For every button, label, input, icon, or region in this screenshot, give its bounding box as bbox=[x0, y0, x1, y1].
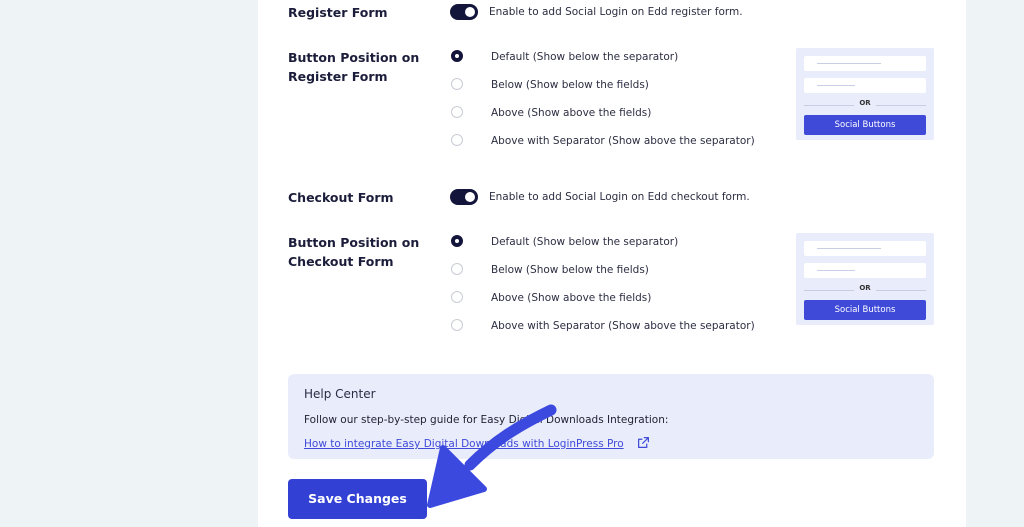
checkout-position-label-line2: Checkout Form bbox=[288, 254, 394, 269]
radio-selected-icon[interactable] bbox=[451, 235, 463, 247]
help-center-title: Help Center bbox=[304, 387, 376, 401]
option-label: Above (Show above the fields) bbox=[491, 292, 652, 304]
help-center-link-row: How to integrate Easy Digital Downloads … bbox=[304, 432, 650, 451]
option-label: Below (Show below the fields) bbox=[491, 264, 649, 276]
radio-icon[interactable] bbox=[451, 263, 463, 275]
radio-icon[interactable] bbox=[451, 134, 463, 146]
radio-icon[interactable] bbox=[451, 106, 463, 118]
option-label: Below (Show below the fields) bbox=[491, 79, 649, 91]
checkout-position-label-line1: Button Position on bbox=[288, 235, 420, 250]
checkout-form-label: Checkout Form bbox=[288, 190, 394, 205]
option-label: Default (Show below the separator) bbox=[491, 236, 679, 248]
option-label: Above (Show above the fields) bbox=[491, 107, 652, 119]
preview-field bbox=[804, 56, 926, 71]
register-position-label-line1: Button Position on bbox=[288, 50, 420, 65]
register-option-above-separator[interactable]: Above with Separator (Show above the sep… bbox=[451, 132, 781, 150]
preview-social-button: Social Buttons bbox=[804, 300, 926, 320]
settings-panel: Register Form Enable to add Social Login… bbox=[258, 0, 966, 527]
help-center-text: Follow our step-by-step guide for Easy D… bbox=[304, 414, 669, 426]
register-form-toggle-desc: Enable to add Social Login on Edd regist… bbox=[489, 6, 743, 18]
radio-icon[interactable] bbox=[451, 319, 463, 331]
save-changes-button[interactable]: Save Changes bbox=[288, 479, 427, 519]
help-center-box: Help Center Follow our step-by-step guid… bbox=[288, 374, 934, 459]
register-option-below[interactable]: Below (Show below the fields) bbox=[451, 76, 781, 94]
register-preview: OR Social Buttons bbox=[796, 48, 934, 140]
help-center-link[interactable]: How to integrate Easy Digital Downloads … bbox=[304, 438, 624, 450]
checkout-option-below[interactable]: Below (Show below the fields) bbox=[451, 261, 781, 279]
preview-field bbox=[804, 241, 926, 256]
radio-icon[interactable] bbox=[451, 291, 463, 303]
preview-field bbox=[804, 263, 926, 278]
checkout-form-toggle[interactable] bbox=[450, 189, 478, 205]
checkout-preview: OR Social Buttons bbox=[796, 233, 934, 325]
radio-selected-icon[interactable] bbox=[451, 50, 463, 62]
checkout-option-above-separator[interactable]: Above with Separator (Show above the sep… bbox=[451, 317, 781, 335]
register-option-above[interactable]: Above (Show above the fields) bbox=[451, 104, 781, 122]
radio-icon[interactable] bbox=[451, 78, 463, 90]
checkout-option-default[interactable]: Default (Show below the separator) bbox=[451, 233, 781, 251]
option-label: Above with Separator (Show above the sep… bbox=[491, 135, 755, 147]
preview-social-button: Social Buttons bbox=[804, 115, 926, 135]
preview-separator: OR bbox=[796, 282, 934, 298]
preview-separator: OR bbox=[796, 97, 934, 113]
register-form-toggle[interactable] bbox=[450, 4, 478, 20]
option-label: Default (Show below the separator) bbox=[491, 51, 679, 63]
external-link-icon[interactable] bbox=[637, 436, 650, 449]
option-label: Above with Separator (Show above the sep… bbox=[491, 320, 755, 332]
checkout-form-toggle-desc: Enable to add Social Login on Edd checko… bbox=[489, 191, 750, 203]
register-position-label-line2: Register Form bbox=[288, 69, 388, 84]
register-form-label: Register Form bbox=[288, 5, 388, 20]
checkout-option-above[interactable]: Above (Show above the fields) bbox=[451, 289, 781, 307]
preview-field bbox=[804, 78, 926, 93]
register-option-default[interactable]: Default (Show below the separator) bbox=[451, 48, 781, 66]
